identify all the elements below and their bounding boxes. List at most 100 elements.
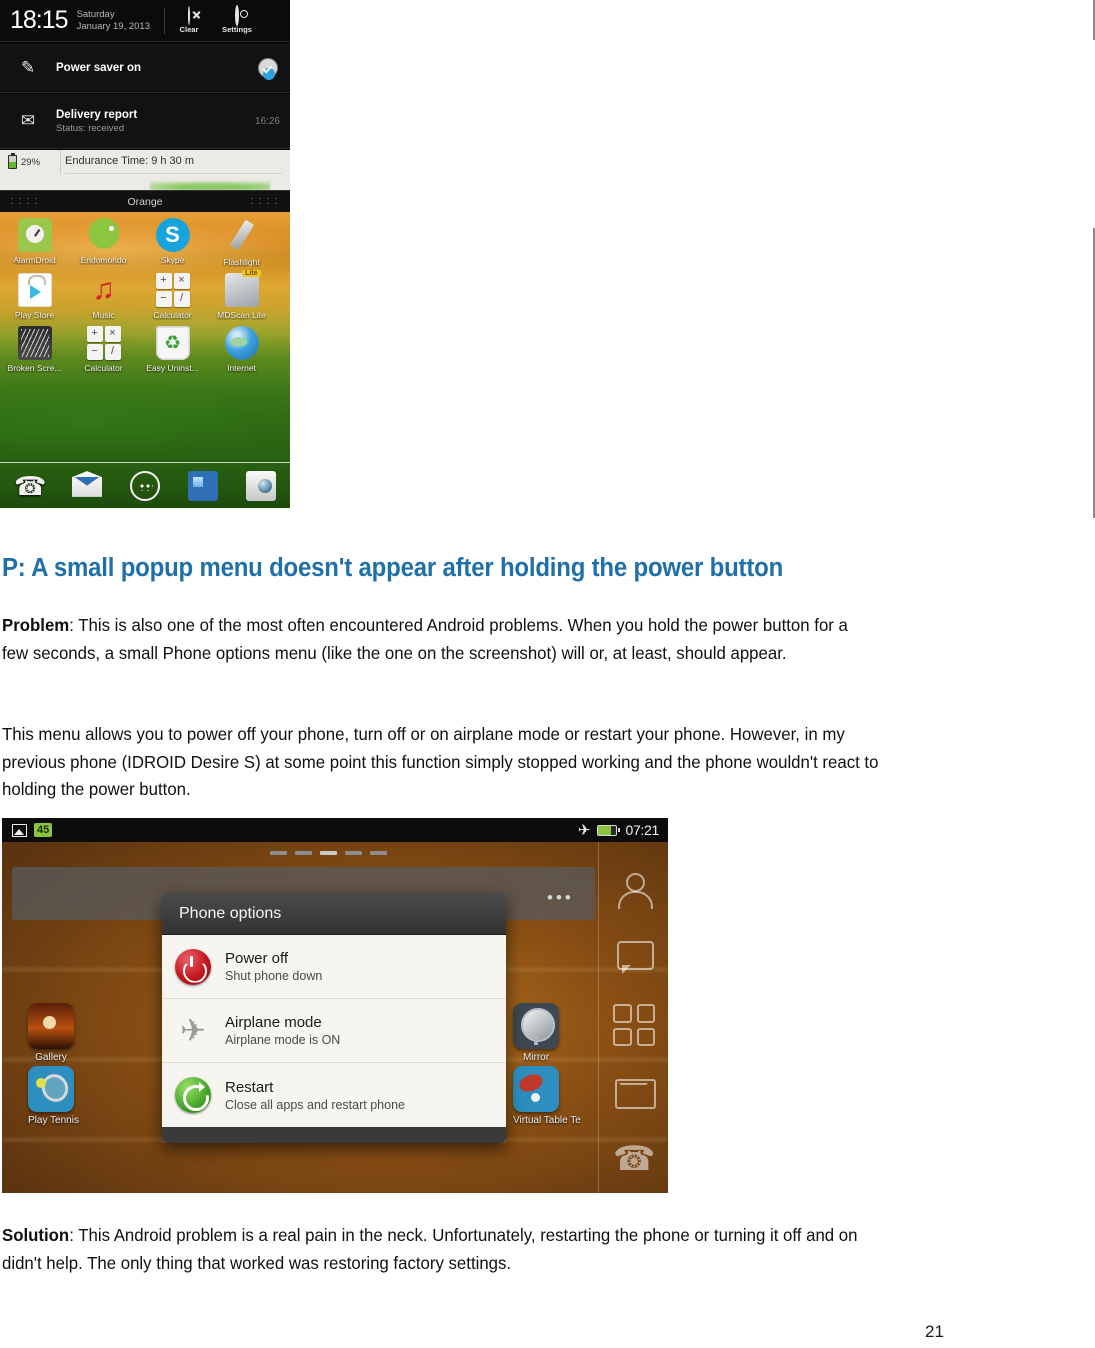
app-icon-virtual-table-tennis[interactable]: Virtual Table Te: [513, 1066, 581, 1126]
app-grid-icon[interactable]: [613, 1004, 655, 1046]
phone-icon[interactable]: [14, 471, 44, 501]
app-label: Endomondo: [80, 255, 127, 265]
problem-text: : This is also one of the most often enc…: [2, 615, 848, 663]
notification-subtitle: Status: received: [56, 122, 125, 134]
widget-green-graphics: [150, 180, 270, 190]
item-title: Airplane mode: [225, 1014, 322, 1031]
app-icon-calculator[interactable]: + × − / Calculator: [138, 267, 207, 320]
dialog-statusbar: 45 ✈ 07:21: [2, 818, 668, 842]
mail-icon[interactable]: [613, 1071, 656, 1113]
calc-key: /: [104, 344, 121, 360]
app-icon-music[interactable]: Music: [69, 267, 138, 320]
item-subtitle: Close all apps and restart phone: [225, 1097, 405, 1112]
calc-key: +: [86, 326, 103, 342]
notification-drawer-handle[interactable]: Orange: [0, 190, 290, 212]
app-icon-calculator-2[interactable]: + × − / Calculator: [69, 320, 138, 373]
app-label: Easy Uninst...: [146, 363, 199, 373]
item-subtitle: Airplane mode is ON: [225, 1033, 341, 1047]
play-store-icon: [17, 273, 52, 307]
app-icon-endomondo[interactable]: Endomondo: [69, 212, 138, 267]
calculator-icon: + × − /: [155, 273, 190, 307]
phone-icon[interactable]: ☎: [613, 1138, 655, 1180]
calculator-icon: + × − /: [86, 326, 121, 360]
app-label: Music: [92, 310, 115, 320]
dialog-footer: [162, 1127, 506, 1143]
carrier-label: Orange: [127, 195, 163, 208]
camera-icon[interactable]: [246, 470, 276, 501]
app-label: Broken Scre...: [7, 363, 62, 373]
flashlight-icon: [225, 219, 259, 254]
calc-key: ×: [104, 326, 121, 342]
item-subtitle: Shut phone down: [225, 969, 323, 983]
homescreen-icon-grid: AlarmDroid Endomondo Skype Flashlight Pl…: [0, 212, 290, 373]
app-icon-easy-uninstaller[interactable]: Easy Uninst...: [138, 320, 207, 373]
app-label: Calculator: [84, 363, 123, 373]
notification-row-delivery-report[interactable]: ✉ Delivery report Status: received 16:26: [0, 94, 290, 149]
sms-report-icon: ✉: [20, 111, 36, 130]
app-icon-mdscan-lite[interactable]: MDScan Lite: [207, 267, 276, 320]
clear-notifications-button[interactable]: Clear: [165, 5, 213, 34]
app-label: Internet: [227, 363, 256, 373]
sidebar-quick-launch: ☎: [598, 842, 668, 1193]
dialog-item-airplane-mode[interactable]: ✈ Airplane mode Airplane mode is ON: [162, 999, 506, 1063]
broken-screen-icon: [17, 326, 52, 360]
notification-time: 16:26: [254, 115, 280, 127]
status-date: January 19, 2013: [76, 20, 150, 32]
battery-icon: [8, 152, 17, 169]
icon-row: Broken Scre... + × − / Calculator Easy U…: [0, 320, 290, 373]
app-icon-alarmdroid[interactable]: AlarmDroid: [0, 212, 69, 267]
mirror-icon: [513, 1003, 559, 1049]
calc-key: −: [155, 291, 172, 307]
gallery-notification-icon: [12, 823, 27, 837]
app-label: Virtual Table Te: [513, 1115, 581, 1126]
app-label: AlarmDroid: [13, 255, 56, 265]
homescreen-dock: [0, 462, 290, 508]
app-icon-gallery[interactable]: Gallery: [28, 1003, 74, 1063]
gallery-icon: [28, 1003, 74, 1049]
gear-icon: [213, 4, 261, 26]
app-icon-play-tennis[interactable]: Play Tennis: [28, 1066, 79, 1126]
calc-key: ×: [173, 273, 190, 289]
clear-label: Clear: [179, 24, 199, 34]
mail-icon[interactable]: [72, 471, 102, 497]
grip-dots-icon: [8, 196, 42, 207]
item-title: Restart: [225, 1078, 274, 1096]
dialog-title: Phone options: [162, 893, 506, 935]
problem-paragraph: Problem: This is also one of the most of…: [2, 612, 866, 667]
chat-icon[interactable]: [613, 937, 655, 979]
battery-widget[interactable]: 29% Endurance Time: 9 h 30 m: [0, 150, 290, 190]
dialog-item-power-off[interactable]: Power off Shut phone down: [162, 935, 506, 999]
dialog-item-restart[interactable]: Restart Close all apps and restart phone: [162, 1063, 506, 1127]
mdscan-lite-icon: [224, 270, 261, 307]
notification-row-power-saver[interactable]: ✎ Power saver on: [0, 43, 290, 93]
app-icon-flashlight[interactable]: Flashlight: [207, 212, 276, 267]
power-off-icon: [175, 948, 211, 985]
homescreen-page-indicator: [270, 851, 387, 855]
app-drawer-icon[interactable]: [130, 470, 160, 501]
app-icon-internet[interactable]: Internet: [207, 320, 276, 373]
play-tennis-icon: [28, 1066, 74, 1112]
app-label: Play Store: [14, 310, 55, 320]
app-label: MDScan Lite: [217, 310, 266, 320]
app-label: Play Tennis: [28, 1115, 79, 1126]
icon-row: Play Store Music + × − / Calculator MDSc…: [0, 267, 290, 320]
app-label: Flashlight: [223, 257, 260, 267]
settings-button[interactable]: Settings: [213, 4, 261, 34]
solution-label: Solution: [2, 1225, 70, 1245]
power-saver-toggle[interactable]: [258, 57, 278, 80]
app-icon-mirror[interactable]: Mirror: [513, 1003, 559, 1063]
solution-text: : This Android problem is a real pain in…: [2, 1225, 858, 1273]
more-dots-icon[interactable]: •••: [547, 888, 574, 908]
contact-icon[interactable]: [613, 870, 655, 912]
problem-label: Problem: [2, 615, 70, 635]
easy-uninstaller-icon: [155, 326, 190, 360]
power-saver-icon: ✎: [20, 57, 36, 77]
app-icon-broken-screen[interactable]: Broken Scre...: [0, 320, 69, 373]
page-number: 21: [925, 1322, 944, 1341]
messages-icon[interactable]: [188, 470, 218, 501]
app-icon-play-store[interactable]: Play Store: [0, 267, 69, 320]
solution-paragraph: Solution: This Android problem is a real…: [2, 1222, 890, 1277]
status-time: 18:15: [10, 6, 69, 34]
airplane-icon: ✈: [577, 821, 591, 839]
app-icon-skype[interactable]: Skype: [138, 212, 207, 267]
